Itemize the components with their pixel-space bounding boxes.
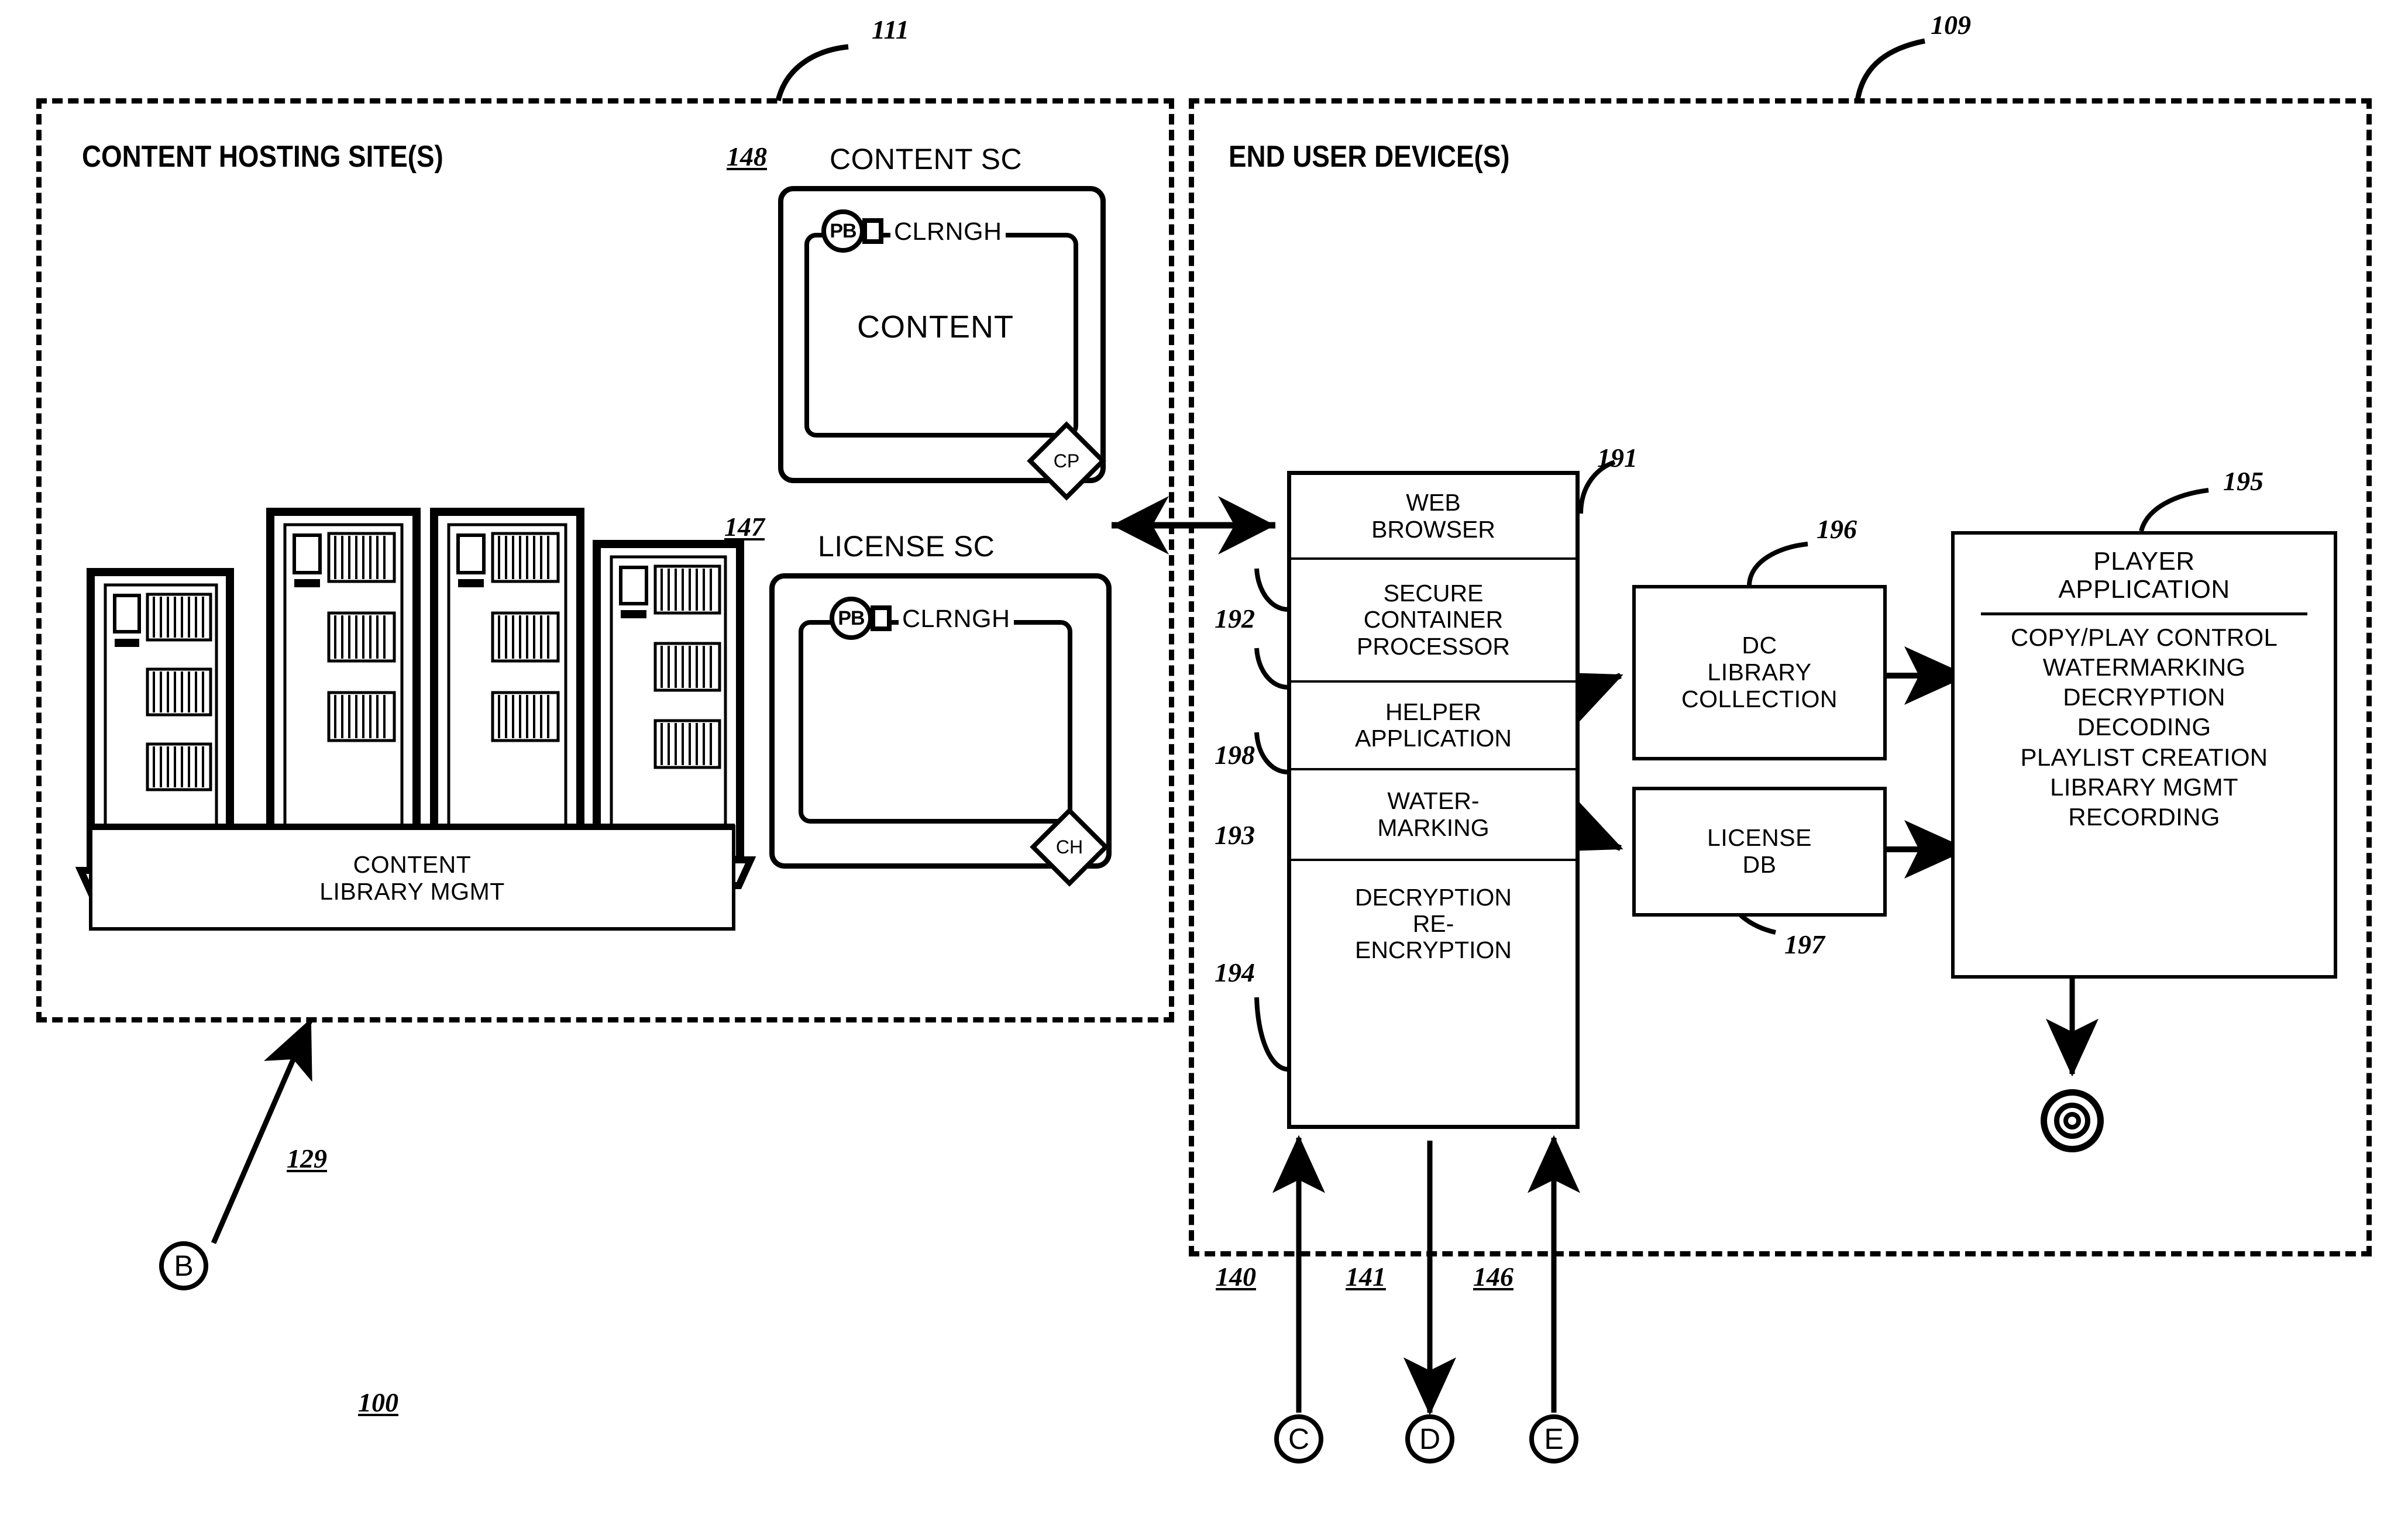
player-application-title-block: PLAYER APPLICATION [2058, 547, 2230, 604]
ref-194: 194 [1215, 958, 1255, 987]
content-payload-label: CONTENT [857, 309, 1014, 345]
ref-141: 141 [1346, 1262, 1386, 1292]
stack-cell-web-browser[interactable]: WEB BROWSER [1291, 475, 1575, 560]
stack-cell-decryption-reencryption[interactable]: DECRYPTION RE- ENCRYPTION [1291, 861, 1575, 987]
bullseye-center [2063, 1112, 2081, 1130]
dc-library-line2: LIBRARY [1707, 659, 1812, 686]
content-provider-badge-label: CP [1053, 450, 1080, 471]
player-feature-recording: RECORDING [2068, 803, 2220, 831]
bullseye-target-icon [2041, 1089, 2104, 1152]
ref-192: 192 [1215, 604, 1255, 633]
ref-147: 147 [724, 512, 765, 542]
watermarking-line1: WATER- [1387, 787, 1480, 815]
ref-148: 148 [727, 142, 767, 171]
stack-cell-secure-container-processor[interactable]: SECURE CONTAINER PROCESSOR [1291, 560, 1575, 683]
decryption-line2: RE- [1412, 910, 1454, 937]
ref-195: 195 [2223, 466, 2263, 496]
decryption-line1: DECRYPTION [1354, 883, 1512, 911]
ref-146: 146 [1473, 1262, 1513, 1292]
watermarking-line2: MARKING [1377, 814, 1489, 841]
ref-129: 129 [287, 1144, 327, 1173]
scp-line2: CONTAINER [1363, 606, 1504, 633]
player-feature-watermarking: WATERMARKING [2042, 653, 2246, 681]
ref-109: 109 [1931, 10, 1971, 40]
helper-app-line2: APPLICATION [1354, 725, 1512, 752]
connector-circle-d: D [1405, 1414, 1454, 1464]
ref-111: 111 [872, 15, 909, 44]
player-title-line1: PLAYER [2093, 547, 2195, 576]
player-application-feature-list: COPY/PLAY CONTROL WATERMARKING DECRYPTIO… [2011, 622, 2278, 832]
content-library-mgmt-line1: CONTENT [353, 851, 472, 879]
stack-cell-watermarking[interactable]: WATER- MARKING [1291, 770, 1575, 861]
public-key-badge-license-sc: PB [830, 597, 873, 640]
dc-library-collection-box[interactable]: DC LIBRARY COLLECTION [1632, 585, 1887, 760]
license-db-line2: DB [1742, 851, 1777, 878]
player-feature-copy-play-control: COPY/PLAY CONTROL [2010, 623, 2278, 651]
bullseye-middle-ring [2054, 1103, 2090, 1139]
connector-circle-c: C [1274, 1414, 1323, 1464]
scp-line3: PROCESSOR [1357, 632, 1510, 660]
clearinghouse-label-license-sc: CLRNGH [899, 605, 1014, 633]
scp-line1: SECURE [1383, 580, 1484, 607]
public-key-tab-license-sc [871, 605, 892, 631]
client-software-stack: WEB BROWSER SECURE CONTAINER PROCESSOR H… [1287, 471, 1580, 1129]
content-library-mgmt-line2: LIBRARY MGMT [319, 878, 505, 905]
stack-cell-helper-application[interactable]: HELPER APPLICATION [1291, 683, 1575, 770]
player-feature-decoding: DECODING [2077, 713, 2211, 741]
web-browser-line2: BROWSER [1371, 515, 1495, 543]
player-feature-library-mgmt: LIBRARY MGMT [2050, 773, 2238, 801]
ref-197: 197 [1784, 929, 1825, 959]
ref-140: 140 [1216, 1262, 1256, 1292]
dc-library-line1: DC [1742, 632, 1777, 659]
helper-app-line1: HELPER [1385, 698, 1482, 725]
end-user-device-title: END USER DEVICE(S) [1229, 140, 1510, 174]
player-application-box[interactable]: PLAYER APPLICATION COPY/PLAY CONTROL WAT… [1951, 531, 2337, 979]
public-key-badge-content-sc: PB [821, 209, 865, 253]
clearinghouse-badge-label: CH [1055, 836, 1083, 858]
player-title-line2: APPLICATION [2058, 575, 2230, 604]
public-key-tab-content-sc [862, 218, 883, 244]
web-browser-line1: WEB [1406, 489, 1461, 517]
ref-191: 191 [1597, 443, 1638, 473]
player-application-divider [1981, 612, 2307, 615]
clearinghouse-label-content-sc: CLRNGH [890, 218, 1006, 246]
content-library-mgmt-container: CONTENT LIBRARY MGMT [89, 827, 735, 931]
decryption-line3: ENCRYPTION [1354, 936, 1512, 964]
license-sc-title: LICENSE SC [818, 530, 995, 563]
patent-figure-canvas: CONTENT HOSTING SITE(S) 148 111 CONTENT … [0, 0, 2408, 1515]
figure-number-100: 100 [358, 1387, 398, 1417]
ref-198: 198 [1215, 740, 1255, 770]
connector-circle-b: B [159, 1241, 208, 1290]
connector-circle-e: E [1529, 1414, 1578, 1464]
player-feature-playlist-creation: PLAYLIST CREATION [2020, 743, 2268, 771]
license-db-box[interactable]: LICENSE DB [1632, 787, 1887, 917]
license-db-line1: LICENSE [1707, 824, 1812, 852]
license-secure-container-inner [799, 620, 1072, 824]
player-feature-decryption: DECRYPTION [2063, 683, 2225, 711]
content-sc-title: CONTENT SC [830, 143, 1023, 175]
ref-193: 193 [1215, 820, 1255, 850]
content-hosting-site-title: CONTENT HOSTING SITE(S) [82, 140, 443, 174]
dc-library-line3: COLLECTION [1681, 685, 1838, 712]
ref-196: 196 [1817, 514, 1857, 544]
